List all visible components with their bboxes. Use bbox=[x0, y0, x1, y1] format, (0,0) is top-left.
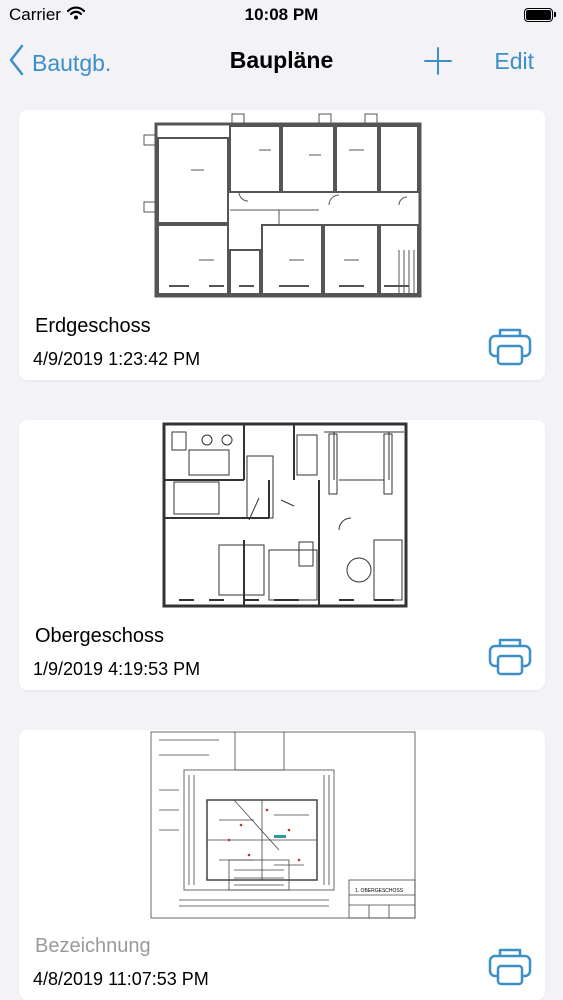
print-button[interactable] bbox=[488, 326, 532, 371]
floor-plan-thumbnail: 1. OBERGESCHOSS bbox=[19, 730, 545, 926]
printer-icon bbox=[488, 328, 532, 370]
plan-date: 1/9/2019 4:19:53 PM bbox=[33, 659, 201, 679]
printer-icon bbox=[488, 638, 532, 680]
plan-card[interactable]: Obergeschoss 1/9/2019 4:19:53 PM bbox=[19, 420, 545, 690]
plan-date: 4/8/2019 11:07:53 PM bbox=[33, 969, 209, 989]
print-button[interactable] bbox=[488, 636, 532, 681]
status-time: 10:08 PM bbox=[244, 5, 319, 24]
plan-card[interactable]: 1. OBERGESCHOSS Bezeichnung 4/8/2019 11:… bbox=[19, 730, 545, 1000]
plan-name-placeholder: Bezeichnung bbox=[35, 935, 151, 957]
plan-card[interactable]: Erdgeschoss 4/9/2019 1:23:42 PM bbox=[19, 110, 545, 380]
navigation-bar: Bautgb. Baupläne Edit bbox=[0, 30, 563, 94]
battery-icon bbox=[524, 8, 556, 22]
floor-plan-thumbnail bbox=[19, 110, 545, 306]
add-plan-button[interactable] bbox=[423, 46, 453, 81]
printer-icon bbox=[488, 948, 532, 990]
plan-name: Obergeschoss bbox=[35, 625, 164, 647]
floor-plan-thumbnail bbox=[19, 420, 545, 616]
plan-date: 4/9/2019 1:23:42 PM bbox=[33, 349, 201, 369]
page-title: Baupläne bbox=[229, 47, 334, 73]
plus-icon bbox=[423, 47, 453, 80]
print-button[interactable] bbox=[488, 946, 532, 991]
plan-name: Erdgeschoss bbox=[35, 315, 151, 337]
status-bar: Carrier 10:08 PM bbox=[0, 0, 563, 30]
drawing-stamp-text: 1. OBERGESCHOSS bbox=[355, 888, 404, 894]
edit-button[interactable]: Edit bbox=[494, 48, 534, 75]
